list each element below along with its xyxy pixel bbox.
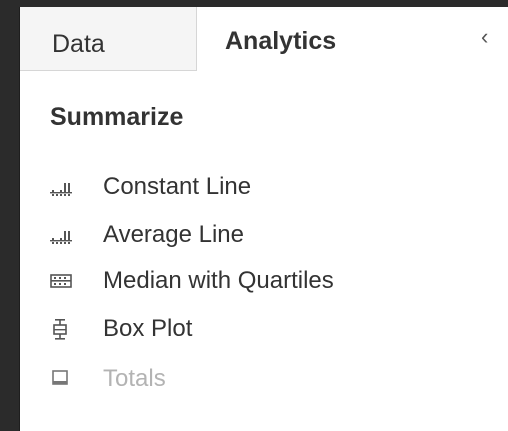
summarize-item-label: Totals xyxy=(103,365,166,392)
constant-line-icon xyxy=(50,183,72,196)
summarize-item-totals: Totals xyxy=(48,362,488,396)
chevron-left-icon: ‹ xyxy=(481,24,489,49)
tab-data-label: Data xyxy=(52,30,105,58)
summarize-item-constant-line[interactable]: Constant Line xyxy=(48,170,488,204)
collapse-pane-button[interactable]: ‹ xyxy=(477,23,501,51)
average-line-icon xyxy=(50,231,72,244)
summarize-item-median-quartiles[interactable]: Median with Quartiles xyxy=(48,264,488,298)
pane-tabs: Data Analytics ‹ xyxy=(20,7,508,71)
summarize-item-average-line[interactable]: Average Line xyxy=(48,218,488,252)
box-plot-icon xyxy=(53,319,67,340)
analytics-pane: Data Analytics ‹ Summarize Constant Line xyxy=(19,7,508,431)
median-quartiles-icon xyxy=(50,274,72,288)
summarize-item-label: Constant Line xyxy=(103,173,252,200)
summarize-item-box-plot[interactable]: Box Plot xyxy=(48,312,488,346)
tab-analytics[interactable]: Analytics xyxy=(197,7,477,71)
totals-icon xyxy=(52,370,68,385)
tab-data[interactable]: Data xyxy=(20,7,197,71)
summarize-item-label: Box Plot xyxy=(103,315,193,342)
window-top-bar xyxy=(0,0,508,7)
section-title-summarize: Summarize xyxy=(50,103,184,131)
window-left-bar xyxy=(0,0,19,431)
summarize-item-label: Median with Quartiles xyxy=(103,267,334,294)
tab-analytics-label: Analytics xyxy=(225,27,337,55)
summarize-item-label: Average Line xyxy=(103,221,244,248)
